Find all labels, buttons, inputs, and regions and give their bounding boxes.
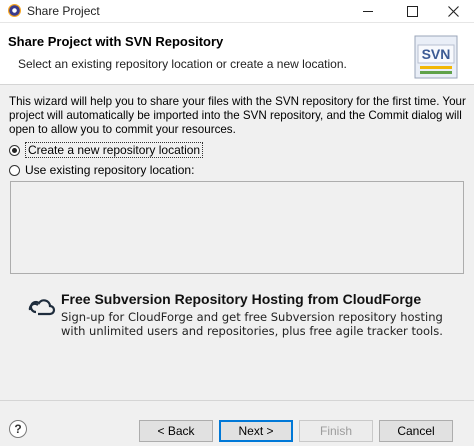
title-bar: Share Project: [0, 0, 474, 23]
cloudforge-icon: [28, 299, 56, 316]
eclipse-icon: [8, 4, 21, 17]
next-button[interactable]: Next >: [219, 420, 293, 442]
promo-body: Sign-up for CloudForge and get free Subv…: [61, 310, 443, 338]
wizard-footer: ? < Back Next > Finish Cancel: [0, 400, 474, 446]
create-new-radio[interactable]: [9, 144, 20, 156]
use-existing-label[interactable]: Use existing repository location:: [25, 163, 194, 177]
create-new-location-option[interactable]: Create a new repository location: [9, 142, 204, 158]
svn-logo-icon: SVN: [414, 35, 458, 79]
back-button[interactable]: < Back: [139, 420, 213, 442]
create-new-label[interactable]: Create a new repository location: [25, 142, 204, 158]
use-existing-location-option[interactable]: Use existing repository location:: [9, 162, 194, 178]
promo-title[interactable]: Free Subversion Repository Hosting from …: [61, 291, 421, 307]
maximize-icon: [406, 5, 418, 17]
wizard-content: This wizard will help you to share your …: [0, 85, 474, 400]
repository-location-list[interactable]: [10, 181, 464, 274]
svn-logo-text: SVN: [422, 46, 451, 62]
cancel-button[interactable]: Cancel: [379, 420, 453, 442]
window-title: Share Project: [27, 4, 100, 18]
minimize-icon: [363, 10, 373, 12]
intro-text: This wizard will help you to share your …: [9, 95, 466, 136]
minimize-button[interactable]: [348, 1, 388, 21]
close-icon: [447, 5, 459, 17]
finish-button[interactable]: Finish: [299, 420, 373, 442]
wizard-description: Select an existing repository location o…: [18, 57, 347, 71]
wizard-header: Share Project with SVN Repository Select…: [0, 23, 474, 85]
close-button[interactable]: [433, 1, 473, 21]
maximize-button[interactable]: [392, 1, 432, 21]
radio-selected-dot: [12, 147, 17, 153]
wizard-title: Share Project with SVN Repository: [8, 34, 224, 49]
use-existing-radio[interactable]: [9, 164, 20, 176]
help-button[interactable]: ?: [9, 420, 27, 438]
